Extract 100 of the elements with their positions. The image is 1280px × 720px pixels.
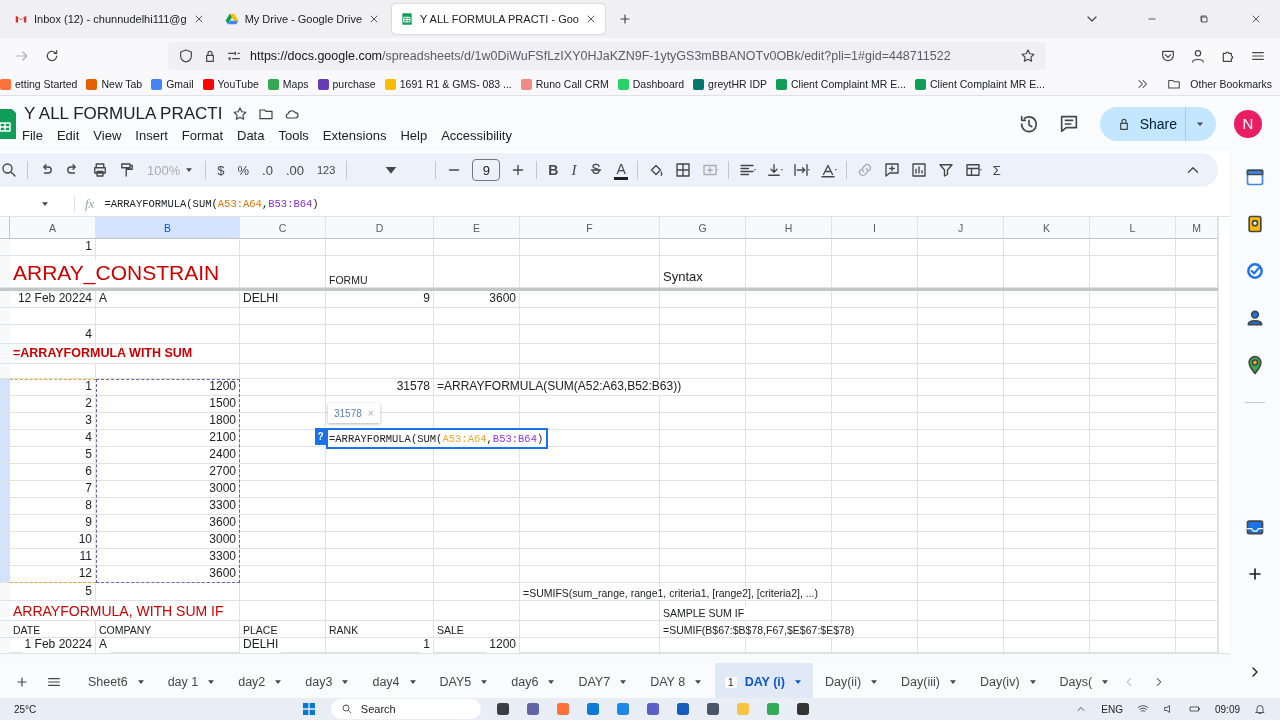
print-icon[interactable]	[91, 161, 109, 179]
word-icon[interactable]	[674, 701, 691, 717]
spreadsheet-logo-icon[interactable]	[0, 108, 16, 139]
chat-icon[interactable]	[524, 701, 541, 717]
menu-item[interactable]: Accessibility	[441, 128, 512, 143]
sheet-tab[interactable]: day6	[501, 663, 567, 701]
comment-icon[interactable]	[882, 161, 901, 179]
note-icon[interactable]	[1245, 214, 1265, 234]
star-icon[interactable]	[1020, 47, 1036, 64]
bookmark[interactable]: purchase	[317, 78, 376, 90]
calculator-icon[interactable]	[704, 701, 721, 717]
sheet-tab[interactable]: Day(iv)	[969, 663, 1048, 701]
menu-item[interactable]: View	[93, 128, 122, 143]
column-header[interactable]: D	[326, 217, 434, 239]
column-header[interactable]: M	[1176, 217, 1218, 239]
column-header[interactable]: H	[746, 217, 832, 239]
document-title[interactable]: Y ALL FORMULA PRACTI	[24, 104, 223, 124]
paint-format-icon[interactable]	[118, 161, 136, 179]
decrease-decimal-button[interactable]: .0	[260, 162, 275, 178]
sheet-tab[interactable]: Days(	[1049, 663, 1121, 701]
browser-tab[interactable]: Y ALL FORMULA PRACTI - Goo	[392, 4, 605, 34]
sheet-tab[interactable]: DAY7	[568, 663, 639, 701]
menu-item[interactable]: Help	[400, 128, 428, 143]
search-icon[interactable]	[0, 161, 18, 179]
folder-icon[interactable]	[258, 106, 275, 122]
bookmark[interactable]: etting Started	[0, 78, 78, 90]
italic-button[interactable]: I	[569, 161, 579, 179]
reload-icon[interactable]	[44, 47, 60, 64]
tab-label[interactable]: DAY7	[578, 675, 611, 689]
column-header[interactable]: F	[520, 217, 660, 239]
sheet-tab[interactable]: day3	[295, 663, 361, 701]
table-view-icon[interactable]	[963, 161, 982, 179]
bookmark[interactable]: Runo Call CRM	[520, 78, 609, 90]
filter-icon[interactable]	[936, 161, 955, 179]
share-button[interactable]: Share	[1099, 106, 1216, 141]
windows-icon[interactable]	[300, 701, 317, 717]
tab-label[interactable]: Sheet6	[88, 675, 128, 689]
wifi-icon[interactable]	[1137, 703, 1149, 715]
account-icon[interactable]	[1190, 47, 1206, 64]
tab-title[interactable]: Y ALL FORMULA PRACTI - Goo	[420, 13, 579, 25]
tasks-icon[interactable]	[1245, 261, 1265, 281]
tab-title[interactable]: My Drive - Google Drive	[244, 13, 362, 25]
clock[interactable]: 09:09	[1215, 703, 1240, 715]
text-color-button[interactable]: A	[614, 160, 628, 180]
star-icon[interactable]	[232, 106, 249, 122]
address-bar[interactable]: https://docs.google.com/spreadsheets/d/1w0DiWuFSfLzIXY0HJaKZN9F-1ytyGS3mBBANOTv0OBk/edit?pli=1#gid=448711522	[168, 41, 1046, 70]
chart-icon[interactable]	[909, 161, 928, 179]
font-size-field[interactable]: 9	[472, 159, 501, 181]
tab-label[interactable]: day4	[372, 675, 400, 689]
tab-label[interactable]: day3	[305, 675, 333, 689]
menu-item[interactable]: Edit	[56, 128, 80, 143]
temperature[interactable]: 25°C	[14, 703, 37, 715]
tab-label[interactable]: Day(ii)	[824, 675, 862, 689]
column-header[interactable]: B	[96, 217, 240, 239]
app-icon[interactable]	[794, 701, 811, 717]
chrome-icon[interactable]	[764, 701, 781, 717]
tab-title[interactable]: Inbox (12) - chunnudelhi111@g	[34, 13, 187, 25]
browser-icon[interactable]	[584, 701, 601, 717]
sheet-tab[interactable]: day 1	[157, 663, 227, 701]
formula-text[interactable]: =ARRAYFORMULA(SUM(A53:A64,B53:B64)	[104, 197, 319, 210]
app-icon[interactable]	[644, 701, 661, 717]
sheet-tab[interactable]: Day(iii)	[891, 663, 968, 701]
bookmark[interactable]: Gmail	[151, 78, 194, 90]
column-header[interactable]: E	[434, 217, 520, 239]
bell-icon[interactable]	[1254, 703, 1266, 715]
column-header[interactable]: K	[1004, 217, 1090, 239]
restore-icon[interactable]	[1198, 13, 1210, 25]
calendar-icon[interactable]	[1245, 167, 1265, 187]
tab-label[interactable]: Day(iii)	[901, 675, 940, 689]
currency-button[interactable]: $	[215, 162, 227, 178]
sheet-tab[interactable]: Day(ii)	[814, 663, 890, 701]
number-format-button[interactable]: 123	[314, 164, 338, 176]
file-icon[interactable]	[494, 701, 511, 717]
bookmark[interactable]: New Tab	[86, 78, 143, 90]
store-icon[interactable]	[614, 701, 631, 717]
column-header[interactable]: J	[918, 217, 1004, 239]
sheet-tab[interactable]: Sheet6	[78, 663, 156, 701]
help-badge[interactable]: ?	[315, 428, 326, 445]
browser-tab[interactable]: Inbox (12) - chunnudelhi111@g	[6, 4, 213, 34]
sheet-tab[interactable]: DAY 8	[640, 663, 714, 701]
menu-item[interactable]: Format	[181, 128, 223, 143]
menu-item[interactable]: Tools	[278, 128, 309, 143]
inbox-icon[interactable]	[1245, 517, 1265, 537]
sheet-tab[interactable]: day4	[362, 663, 428, 701]
tab-label[interactable]: Day(iv)	[979, 675, 1020, 689]
contacts-icon[interactable]	[1245, 308, 1265, 328]
menu-item[interactable]: Data	[237, 128, 265, 143]
language-indicator[interactable]: ENG	[1101, 703, 1123, 715]
bookmark[interactable]: 1691 R1 & GMS- 083 ...	[384, 78, 512, 90]
other-bookmarks[interactable]: Other Bookmarks	[1190, 78, 1272, 90]
tab-label[interactable]: day 1	[167, 675, 199, 689]
menu-item[interactable]: File	[22, 128, 43, 143]
borders-icon[interactable]	[673, 161, 692, 179]
column-header[interactable]: G	[660, 217, 746, 239]
avatar[interactable]: N	[1234, 109, 1262, 138]
sheet-tab[interactable]: day2	[228, 663, 294, 701]
search-field[interactable]: Search	[330, 699, 481, 719]
bookmark[interactable]: YouTube	[202, 78, 259, 90]
folder-icon[interactable]	[1167, 77, 1182, 91]
cell-editor[interactable]: =ARRAYFORMULA(SUM(A53:A64,B53:B64)	[326, 428, 549, 449]
